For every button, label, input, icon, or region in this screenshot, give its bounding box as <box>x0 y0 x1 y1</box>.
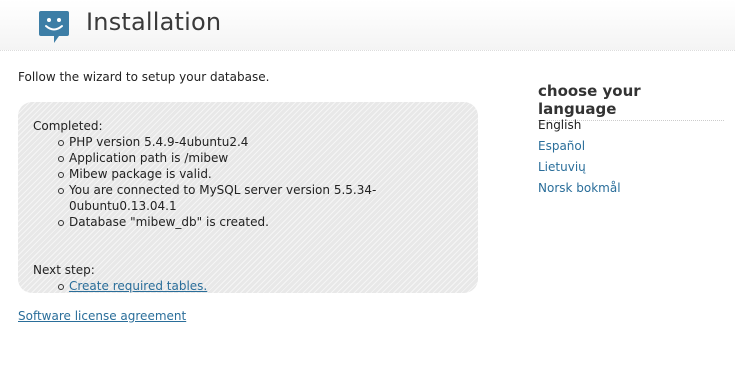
next-step-list: Create required tables. <box>33 278 462 294</box>
language-item: Español <box>538 136 621 157</box>
language-link-espanol[interactable]: Español <box>538 139 585 153</box>
status-panel: Completed: PHP version 5.4.9-4ubuntu2.4 … <box>18 102 478 293</box>
language-item: Norsk bokmål <box>538 178 621 199</box>
intro-text: Follow the wizard to setup your database… <box>18 70 270 84</box>
list-item: PHP version 5.4.9-4ubuntu2.4 <box>58 134 462 150</box>
page-title: Installation <box>86 8 222 36</box>
list-item: Mibew package is valid. <box>58 166 462 182</box>
list-item: You are connected to MySQL server versio… <box>58 182 462 214</box>
license-agreement-link[interactable]: Software license agreement <box>18 309 186 323</box>
create-tables-link[interactable]: Create required tables. <box>69 279 207 293</box>
list-item: Database "mibew_db" is created. <box>58 214 462 230</box>
completed-list: PHP version 5.4.9-4ubuntu2.4 Application… <box>33 134 462 230</box>
language-link-lietuviu[interactable]: Lietuvių <box>538 160 586 174</box>
language-link-norsk[interactable]: Norsk bokmål <box>538 181 621 195</box>
language-list: English Español Lietuvių Norsk bokmål <box>538 115 621 199</box>
list-item: Application path is /mibew <box>58 150 462 166</box>
language-current-english: English <box>538 118 582 132</box>
next-step-item: Create required tables. <box>58 278 462 294</box>
language-item: Lietuvių <box>538 157 621 178</box>
speech-bubble-smiley-icon <box>39 11 69 43</box>
completed-label: Completed: <box>33 119 103 133</box>
page-header: Installation <box>0 0 735 51</box>
next-step-label: Next step: <box>33 263 95 277</box>
